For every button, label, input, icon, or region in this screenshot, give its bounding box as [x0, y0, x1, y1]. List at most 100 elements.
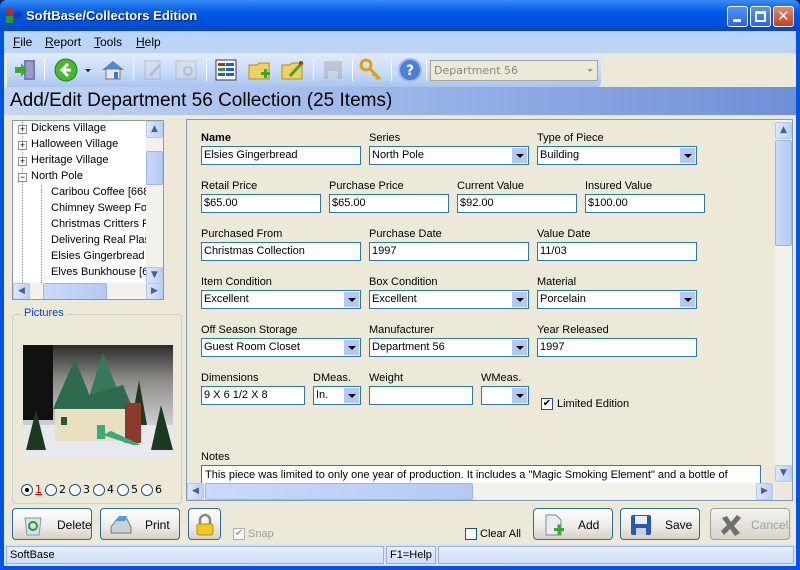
recycle-bin-icon [24, 517, 42, 536]
back-icon[interactable] [53, 57, 79, 83]
app-window: SoftBase/Collectors Edition ✕ File Repor… [0, 0, 800, 570]
collapse-icon[interactable]: − [18, 173, 27, 182]
item-condition-select[interactable]: Excellent [201, 290, 361, 309]
purchased-from-input[interactable]: Christmas Collection [201, 242, 361, 261]
print-button[interactable]: Print [100, 508, 180, 540]
chevron-down-icon[interactable] [344, 340, 359, 355]
scroll-left-icon[interactable]: ◀ [13, 283, 30, 299]
picture-radio-3[interactable] [69, 483, 81, 496]
client-area: File Report Tools Help ? Department 56 A… [4, 31, 796, 566]
printer-icon [110, 516, 132, 534]
form-vertical-scrollbar[interactable]: ▲ ▼ [775, 120, 792, 483]
add-button[interactable]: Add [533, 508, 613, 540]
chevron-down-icon[interactable] [512, 340, 527, 355]
picture-radio-4[interactable] [93, 483, 105, 496]
collection-combo[interactable]: Department 56 [430, 60, 598, 81]
tree-vertical-scrollbar[interactable]: ▲ ▼ [146, 121, 163, 284]
scroll-down-icon[interactable]: ▼ [775, 465, 792, 482]
tree-child-item[interactable]: Caribou Coffee [668] [51, 186, 152, 202]
off-season-storage-select[interactable]: Guest Room Closet [201, 338, 361, 357]
scroll-right-icon[interactable]: ▶ [146, 283, 163, 299]
app-logo-icon [5, 7, 22, 23]
new-folder-icon[interactable] [247, 57, 273, 83]
scroll-thumb[interactable] [205, 483, 473, 500]
item-photo[interactable] [23, 345, 173, 458]
dimensions-input[interactable]: 9 X 6 1/2 X 8 [201, 386, 305, 405]
scroll-right-icon[interactable]: ▶ [756, 483, 773, 500]
chevron-down-icon[interactable] [512, 388, 527, 403]
value-date-input[interactable]: 11/03 [537, 242, 697, 261]
scroll-thumb[interactable] [43, 283, 107, 299]
picture-radio-6[interactable] [141, 483, 153, 496]
expand-icon[interactable]: + [18, 125, 27, 134]
form-horizontal-scrollbar[interactable]: ◀ ▶ [187, 483, 775, 500]
insured-value-input[interactable]: $100.00 [585, 194, 705, 213]
box-condition-select[interactable]: Excellent [369, 290, 529, 309]
expand-icon[interactable]: + [18, 141, 27, 150]
purchase-date-input[interactable]: 1997 [369, 242, 529, 261]
chevron-down-icon[interactable] [344, 388, 359, 403]
chevron-down-icon[interactable] [680, 292, 695, 307]
manufacturer-label: Manufacturer [369, 324, 434, 336]
menu-help[interactable]: Help [136, 35, 161, 49]
chevron-down-icon[interactable] [512, 148, 527, 163]
tree-horizontal-scrollbar[interactable]: ◀ ▶ [13, 283, 163, 299]
chevron-down-icon[interactable] [512, 292, 527, 307]
retail-price-label: Retail Price [201, 180, 258, 192]
dmeas-select[interactable]: In. [313, 386, 361, 405]
minimize-button[interactable] [727, 6, 748, 27]
scroll-down-icon[interactable]: ▼ [146, 267, 163, 284]
series-select[interactable]: North Pole [369, 146, 529, 165]
type-of-piece-select[interactable]: Building [537, 146, 697, 165]
back-dropdown-icon[interactable] [85, 69, 91, 72]
gingerbread-house-image [23, 345, 173, 458]
name-input[interactable]: Elsies Gingerbread [201, 146, 361, 165]
picture-radio-1[interactable] [21, 483, 33, 496]
home-icon[interactable] [100, 57, 126, 83]
manufacturer-select[interactable]: Department 56 [369, 338, 529, 357]
floppy-disk-icon [631, 515, 651, 535]
scroll-left-icon[interactable]: ◀ [187, 483, 204, 500]
scroll-up-icon[interactable]: ▲ [146, 121, 163, 138]
key-icon[interactable] [358, 57, 384, 83]
scroll-up-icon[interactable]: ▲ [775, 122, 792, 139]
retail-price-input[interactable]: $65.00 [201, 194, 321, 213]
save-button[interactable]: Save [620, 508, 700, 540]
help-icon[interactable]: ? [397, 57, 423, 83]
limited-edition-checkbox[interactable]: ✔ [541, 398, 553, 410]
delete-button[interactable]: Delete [12, 508, 92, 540]
material-select[interactable]: Porcelain [537, 290, 697, 309]
scroll-thumb[interactable] [775, 140, 792, 246]
close-button[interactable]: ✕ [773, 6, 794, 27]
scroll-thumb[interactable] [146, 151, 163, 185]
collection-tree[interactable]: + Dickens Village + Halloween Village + Her… [12, 120, 164, 300]
menu-file[interactable]: File [13, 35, 32, 49]
wmeas-select[interactable] [481, 386, 529, 405]
exit-icon[interactable] [13, 57, 39, 83]
picture-radio-2[interactable] [45, 483, 57, 496]
menu-report[interactable]: Report [45, 35, 81, 49]
picture-radio-5[interactable] [117, 483, 129, 496]
snap-checkbox: ✔ [233, 528, 245, 540]
expand-icon[interactable]: + [18, 157, 27, 166]
list-icon[interactable] [213, 57, 239, 83]
edit-folder-icon[interactable] [280, 57, 306, 83]
clear-all-checkbox[interactable] [465, 528, 477, 540]
dimensions-label: Dimensions [201, 372, 259, 384]
current-value-input[interactable]: $92.00 [457, 194, 577, 213]
chevron-down-icon[interactable] [680, 148, 695, 163]
year-released-label: Year Released [537, 324, 609, 336]
add-document-icon [545, 514, 564, 536]
maximize-button[interactable] [750, 6, 771, 27]
limited-edition-label: Limited Edition [557, 398, 630, 410]
material-label: Material [537, 276, 577, 288]
weight-input[interactable] [369, 386, 473, 405]
purchase-price-input[interactable]: $65.00 [329, 194, 449, 213]
lock-button[interactable] [188, 508, 221, 540]
purchased-from-label: Purchased From [201, 228, 283, 240]
chevron-down-icon[interactable] [344, 292, 359, 307]
year-released-input[interactable]: 1997 [537, 338, 697, 357]
item-condition-label: Item Condition [201, 276, 272, 288]
close-icon: ✕ [777, 7, 790, 25]
menu-tools[interactable]: Tools [94, 35, 122, 49]
